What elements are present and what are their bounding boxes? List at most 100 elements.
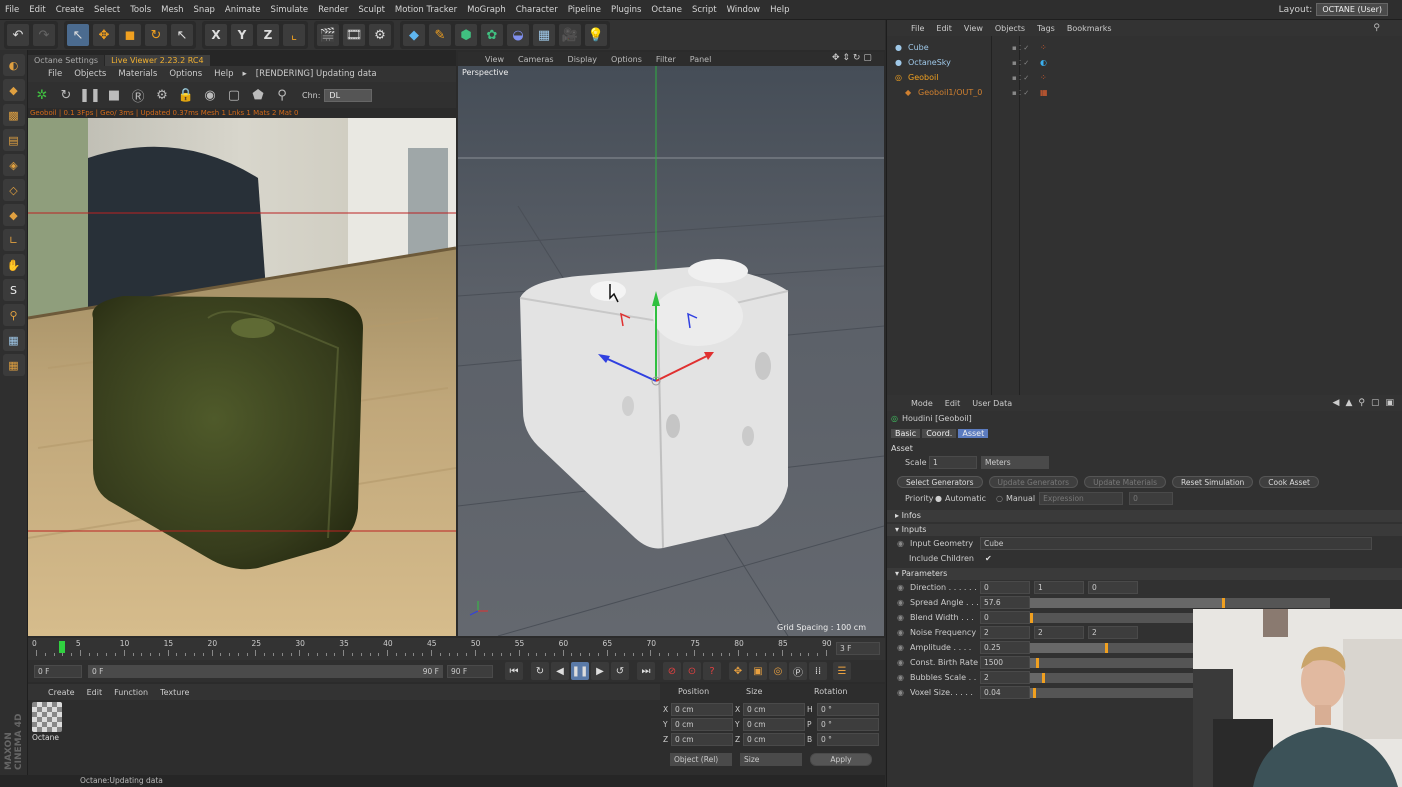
input-geometry-field[interactable]: Cube bbox=[979, 537, 1372, 550]
lv-menu-options[interactable]: Options bbox=[163, 69, 208, 79]
timeline-window-icon[interactable]: ☰ bbox=[833, 662, 851, 680]
object-tag-icon[interactable]: ⁘ bbox=[1040, 43, 1047, 52]
lock-icon[interactable]: ▢ bbox=[1371, 398, 1380, 408]
slider-knob[interactable] bbox=[1104, 642, 1108, 653]
snap-icon[interactable]: S bbox=[2, 279, 25, 301]
menu-window[interactable]: Window bbox=[722, 5, 766, 15]
menu-sculpt[interactable]: Sculpt bbox=[353, 5, 390, 15]
scale-unit-select[interactable]: Meters bbox=[981, 456, 1049, 469]
object-tag-icon[interactable]: ⁘ bbox=[1040, 73, 1047, 82]
anim-dot-icon[interactable]: ◉ bbox=[897, 673, 904, 682]
render-view-icon[interactable]: 🎬 bbox=[316, 23, 340, 47]
render-picture-viewer-icon[interactable]: 🎞 bbox=[342, 23, 366, 47]
polygons-mode-icon[interactable]: ◆ bbox=[2, 204, 25, 226]
material-ball-icon[interactable]: ◉ bbox=[200, 85, 220, 105]
param-slider[interactable] bbox=[1029, 597, 1330, 608]
model-mode-icon[interactable]: ◆ bbox=[2, 79, 25, 101]
coordinate-system-icon[interactable]: ⌞ bbox=[282, 23, 306, 47]
range-slider[interactable]: 0 F 90 F bbox=[88, 664, 443, 678]
visibility-dots-icon[interactable]: ▪ ⁚ ✓ bbox=[1012, 74, 1034, 82]
floor-icon[interactable]: ▦ bbox=[532, 23, 556, 47]
param-value-field[interactable]: 2 bbox=[1087, 626, 1138, 639]
x-axis-button[interactable]: X bbox=[204, 23, 228, 47]
object-menu-view[interactable]: View bbox=[958, 24, 989, 33]
attribute-menu-edit[interactable]: Edit bbox=[939, 399, 967, 408]
pen-icon[interactable]: ✎ bbox=[428, 23, 452, 47]
rotation-field[interactable]: 0 ° bbox=[817, 703, 879, 716]
object-menu-edit[interactable]: Edit bbox=[930, 24, 958, 33]
pause-icon[interactable]: ❚❚ bbox=[79, 85, 101, 105]
tab-asset[interactable]: Asset bbox=[958, 429, 989, 438]
redo-icon[interactable]: ↷ bbox=[32, 23, 56, 47]
size-field[interactable]: 0 cm bbox=[743, 703, 805, 716]
axis-mode-icon[interactable]: ∟ bbox=[2, 229, 25, 251]
y-axis-button[interactable]: Y bbox=[230, 23, 254, 47]
object-menu-objects[interactable]: Objects bbox=[989, 24, 1031, 33]
visibility-dots-icon[interactable]: ▪ ⁚ ✓ bbox=[1012, 44, 1034, 52]
key-position-icon[interactable]: ✥ bbox=[729, 662, 747, 680]
slider-knob[interactable] bbox=[1041, 672, 1045, 683]
include-children-checkbox[interactable]: ✔ bbox=[985, 554, 992, 563]
section-infos[interactable]: ▸ Infos bbox=[887, 510, 1402, 522]
light-icon[interactable]: 💡 bbox=[584, 23, 608, 47]
param-value-field[interactable]: 1 bbox=[1033, 581, 1084, 594]
object-row[interactable]: ● Cube ▪ ⁚ ✓ ⁘ bbox=[887, 40, 1402, 55]
grid-lock-icon[interactable]: ▦ bbox=[2, 329, 25, 351]
lv-menu-objects[interactable]: Objects bbox=[68, 69, 112, 79]
object-name[interactable]: Cube bbox=[908, 43, 1000, 52]
cook-asset-button[interactable]: Cook Asset bbox=[1259, 475, 1319, 488]
attribute-menu-mode[interactable]: Mode bbox=[905, 399, 939, 408]
go-to-end-icon[interactable]: ⏭ bbox=[637, 662, 655, 680]
z-axis-button[interactable]: Z bbox=[256, 23, 280, 47]
object-menu-file[interactable]: File bbox=[905, 24, 930, 33]
current-frame-field[interactable]: 3 F bbox=[836, 642, 880, 655]
material-menu-create[interactable]: Create bbox=[42, 688, 81, 697]
texture-mode-icon[interactable]: ▩ bbox=[2, 104, 25, 126]
stop-icon[interactable]: ■ bbox=[104, 85, 124, 105]
slider-knob[interactable] bbox=[1221, 597, 1225, 608]
menu-octane[interactable]: Octane bbox=[646, 5, 687, 15]
slider-knob[interactable] bbox=[1029, 612, 1033, 623]
pause-playback-icon[interactable]: ❚❚ bbox=[571, 662, 589, 680]
param-value-field[interactable]: 0 bbox=[979, 611, 1030, 624]
menu-tools[interactable]: Tools bbox=[125, 5, 156, 15]
anim-dot-icon[interactable]: ◉ bbox=[897, 688, 904, 697]
zoom-view-icon[interactable]: ⇕ bbox=[842, 53, 850, 63]
tab-octane-settings[interactable]: Octane Settings bbox=[28, 55, 105, 66]
object-menu-bookmarks[interactable]: Bookmarks bbox=[1061, 24, 1118, 33]
live-render-view[interactable] bbox=[28, 118, 456, 636]
object-row[interactable]: ◎ Geoboil ▪ ⁚ ✓ ⁘ bbox=[887, 70, 1402, 85]
select-generators-button[interactable]: Select Generators bbox=[897, 475, 983, 488]
param-value-field[interactable]: 0.04 bbox=[979, 686, 1030, 699]
menu-select[interactable]: Select bbox=[89, 5, 125, 15]
viewport-menu-filter[interactable]: Filter bbox=[649, 55, 683, 64]
size-select[interactable]: Size bbox=[740, 753, 802, 766]
rotation-field[interactable]: 0 ° bbox=[817, 718, 879, 731]
move-icon[interactable]: ✥ bbox=[92, 23, 116, 47]
layout-select[interactable]: OCTANE (User) bbox=[1316, 3, 1388, 16]
play-loop-icon[interactable]: ↺ bbox=[611, 662, 629, 680]
undo-icon[interactable]: ↶ bbox=[6, 23, 30, 47]
param-value-field[interactable]: 0 bbox=[979, 581, 1030, 594]
viewport-menu-display[interactable]: Display bbox=[561, 55, 605, 64]
menu-mograph[interactable]: MoGraph bbox=[462, 5, 511, 15]
render-settings-icon[interactable]: ⚙ bbox=[368, 23, 392, 47]
param-value-field[interactable]: 2 bbox=[1033, 626, 1084, 639]
loop-icon[interactable]: ↻ bbox=[531, 662, 549, 680]
menu-help[interactable]: Help bbox=[765, 5, 794, 15]
start-frame-field[interactable]: 0 F bbox=[34, 664, 82, 678]
rotate-view-icon[interactable]: ↻ bbox=[853, 53, 861, 63]
menu-snap[interactable]: Snap bbox=[189, 5, 220, 15]
cube-icon[interactable]: ◆ bbox=[402, 23, 426, 47]
go-to-start-icon[interactable]: ⏮ bbox=[505, 662, 523, 680]
up-arrow-icon[interactable]: ▲ bbox=[1345, 398, 1352, 408]
region-icon[interactable]: Ⓡ bbox=[128, 85, 148, 105]
rotation-field[interactable]: 0 ° bbox=[817, 733, 879, 746]
pick-focus-icon[interactable]: ⬟ bbox=[248, 85, 268, 105]
tab-basic[interactable]: Basic bbox=[891, 429, 921, 438]
size-field[interactable]: 0 cm bbox=[743, 718, 805, 731]
reset-simulation-button[interactable]: Reset Simulation bbox=[1172, 475, 1254, 488]
param-value-field[interactable]: 2 bbox=[979, 626, 1030, 639]
edges-mode-icon[interactable]: ◇ bbox=[2, 179, 25, 201]
anim-dot-icon[interactable]: ◉ bbox=[897, 628, 904, 637]
